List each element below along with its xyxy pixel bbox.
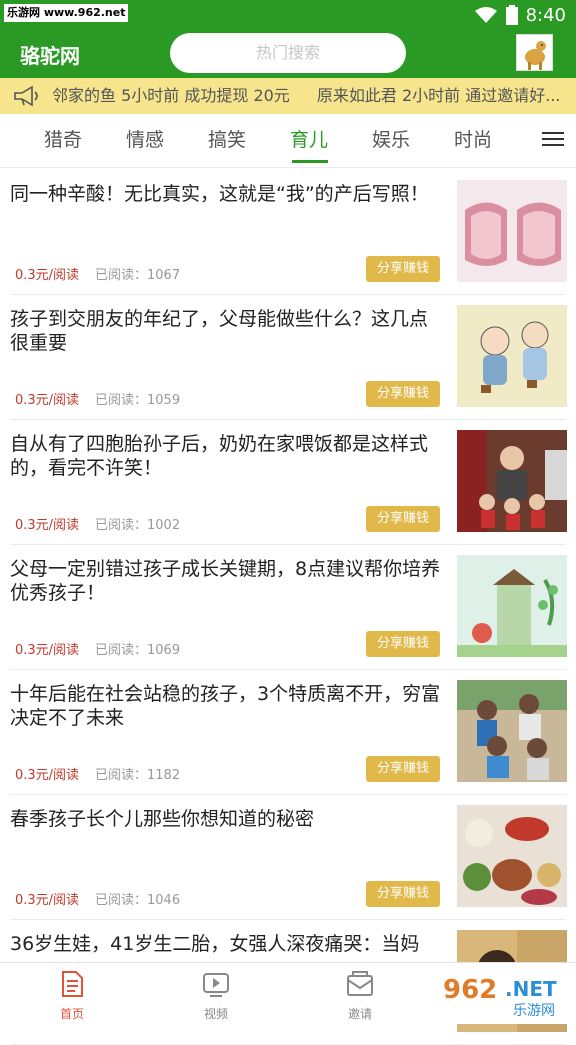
site-watermark-logo: 962 .NET 乐游网: [437, 968, 573, 1020]
article-thumbnail[interactable]: [457, 555, 567, 657]
envelope-icon: [347, 971, 373, 996]
list-item[interactable]: 孩子到交朋友的年纪了，父母能做些什么？这几点很重要 0.3元/阅读 已阅读：10…: [10, 295, 567, 420]
nav-label: 首页: [59, 1007, 84, 1021]
article-thumbnail[interactable]: [457, 430, 567, 532]
share-earn-button[interactable]: 分享赚钱: [366, 756, 440, 782]
svg-text:962: 962: [443, 975, 497, 1005]
app-title: 骆驼网: [20, 44, 80, 68]
wifi-icon: [474, 7, 497, 23]
price-per-read: 0.3元/阅读: [15, 768, 80, 783]
article-title[interactable]: 春季孩子长个儿那些你想知道的秘密: [10, 807, 444, 831]
article-title[interactable]: 自从有了四胞胎孙子后，奶奶在家喂饭都是这样式的，看完不许笑！: [10, 432, 444, 480]
svg-text:.NET: .NET: [505, 977, 557, 1001]
video-icon: [203, 973, 229, 997]
camel-avatar-icon: [517, 35, 552, 70]
tab-liechi[interactable]: 猎奇: [44, 125, 82, 152]
watermark-label: 乐游网 www.962.net: [4, 4, 129, 22]
price-per-read: 0.3元/阅读: [15, 518, 80, 533]
nav-video[interactable]: 视频: [176, 969, 256, 1022]
share-earn-button[interactable]: 分享赚钱: [366, 631, 440, 657]
share-earn-button[interactable]: 分享赚钱: [366, 381, 440, 407]
announcement-ticker: 邻家的鱼 5小时前 成功提现 20元 原来如此君 2小时前 通过邀请好...: [0, 78, 576, 114]
tab-gaoxiao[interactable]: 搞笑: [208, 125, 246, 152]
read-count: 已阅读：1182: [95, 768, 181, 783]
read-count: 已阅读：1059: [95, 393, 181, 408]
price-per-read: 0.3元/阅读: [15, 268, 80, 283]
search-input[interactable]: 热门搜索: [170, 33, 406, 73]
read-count: 已阅读：1067: [95, 268, 181, 283]
megaphone-icon: [14, 85, 38, 107]
menu-icon[interactable]: [540, 128, 566, 154]
article-thumbnail[interactable]: [457, 305, 567, 407]
list-item[interactable]: 同一种辛酸！无比真实，这就是“我”的产后写照！ 0.3元/阅读 已阅读：1067…: [10, 170, 567, 295]
share-earn-button[interactable]: 分享赚钱: [366, 256, 440, 282]
price-per-read: 0.3元/阅读: [15, 393, 80, 408]
list-item[interactable]: 自从有了四胞胎孙子后，奶奶在家喂饭都是这样式的，看完不许笑！ 0.3元/阅读 已…: [10, 420, 567, 545]
nav-label: 邀请: [347, 1007, 372, 1021]
nav-invite[interactable]: 邀请: [320, 969, 400, 1022]
tab-yuer[interactable]: 育儿: [290, 125, 328, 152]
avatar[interactable]: [516, 34, 553, 71]
status-time: 8:40: [525, 4, 566, 26]
document-icon: [62, 971, 83, 997]
active-tab-indicator: [292, 160, 328, 163]
tab-shishang[interactable]: 时尚: [454, 125, 492, 152]
article-title[interactable]: 十年后能在社会站稳的孩子，3个特质离不开，穷富决定不了未来: [10, 682, 444, 730]
article-thumbnail[interactable]: [457, 680, 567, 782]
list-item[interactable]: 十年后能在社会站稳的孩子，3个特质离不开，穷富决定不了未来 0.3元/阅读 已阅…: [10, 670, 567, 795]
tab-yule[interactable]: 娱乐: [372, 125, 410, 152]
article-thumbnail[interactable]: [457, 180, 567, 282]
status-bar: 乐游网 www.962.net 8:40: [0, 0, 576, 30]
article-title[interactable]: 孩子到交朋友的年纪了，父母能做些什么？这几点很重要: [10, 307, 444, 355]
article-title[interactable]: 36岁生娃，41岁生二胎，女强人深夜痛哭：当妈: [10, 932, 444, 956]
article-title[interactable]: 同一种辛酸！无比真实，这就是“我”的产后写照！: [10, 182, 444, 206]
nav-label: 视频: [203, 1007, 228, 1021]
ticker-message: 邻家的鱼 5小时前 成功提现 20元: [52, 86, 290, 105]
ticker-message: 原来如此君 2小时前 通过邀请好...: [316, 86, 561, 105]
list-item[interactable]: 春季孩子长个儿那些你想知道的秘密 0.3元/阅读 已阅读：1046 分享赚钱: [10, 795, 567, 920]
battery-icon: [505, 5, 518, 25]
svg-text:乐游网: 乐游网: [513, 1003, 555, 1019]
article-list: 同一种辛酸！无比真实，这就是“我”的产后写照！ 0.3元/阅读 已阅读：1067…: [0, 170, 576, 1045]
nav-home[interactable]: 首页: [32, 969, 112, 1022]
list-item[interactable]: 父母一定别错过孩子成长关键期，8点建议帮你培养优秀孩子！ 0.3元/阅读 已阅读…: [10, 545, 567, 670]
article-thumbnail[interactable]: [457, 805, 567, 907]
read-count: 已阅读：1002: [95, 518, 181, 533]
price-per-read: 0.3元/阅读: [15, 643, 80, 658]
price-per-read: 0.3元/阅读: [15, 893, 80, 908]
app-header: 乐游网 www.962.net 8:40 骆驼网 热门搜索: [0, 0, 576, 78]
article-title[interactable]: 父母一定别错过孩子成长关键期，8点建议帮你培养优秀孩子！: [10, 557, 444, 605]
read-count: 已阅读：1046: [95, 893, 181, 908]
share-earn-button[interactable]: 分享赚钱: [366, 881, 440, 907]
share-earn-button[interactable]: 分享赚钱: [366, 506, 440, 532]
read-count: 已阅读：1069: [95, 643, 181, 658]
tab-qinggan[interactable]: 情感: [126, 125, 164, 152]
category-tabs: 猎奇 情感 搞笑 育儿 娱乐 时尚: [0, 114, 576, 168]
